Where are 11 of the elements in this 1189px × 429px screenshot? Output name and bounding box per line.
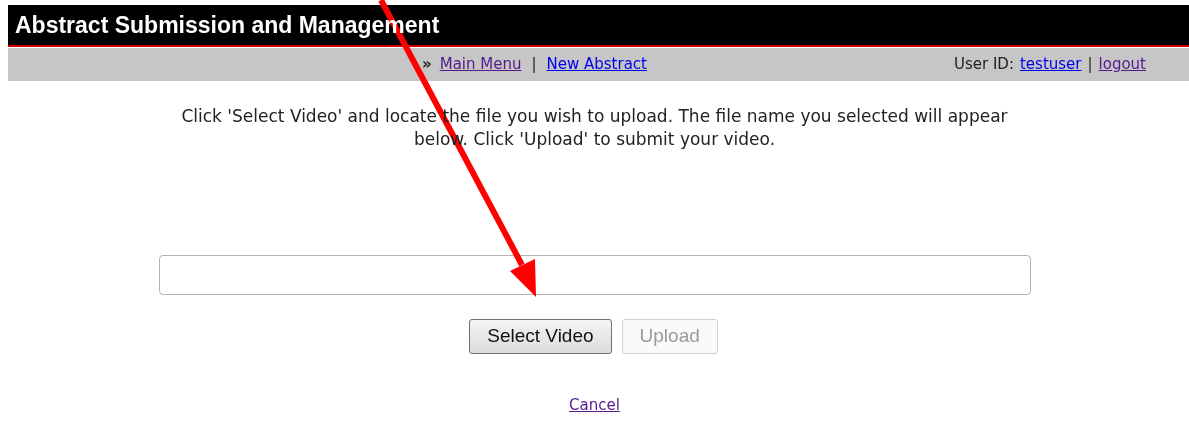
nav-marker: » [422,54,432,76]
user-id-label: User ID: [953,54,1014,76]
nav-link[interactable]: testuser [1019,53,1082,76]
separator: | [1087,54,1093,76]
cancel-link[interactable]: Cancel [569,394,620,417]
form-button[interactable]: Select Video [469,319,612,354]
nav-link[interactable]: logout [1098,53,1146,76]
nav-link[interactable]: Main Menu [439,53,522,76]
file-name-field[interactable] [158,255,1031,295]
separator: | [531,54,537,76]
nav-link[interactable]: New Abstract [546,53,647,76]
